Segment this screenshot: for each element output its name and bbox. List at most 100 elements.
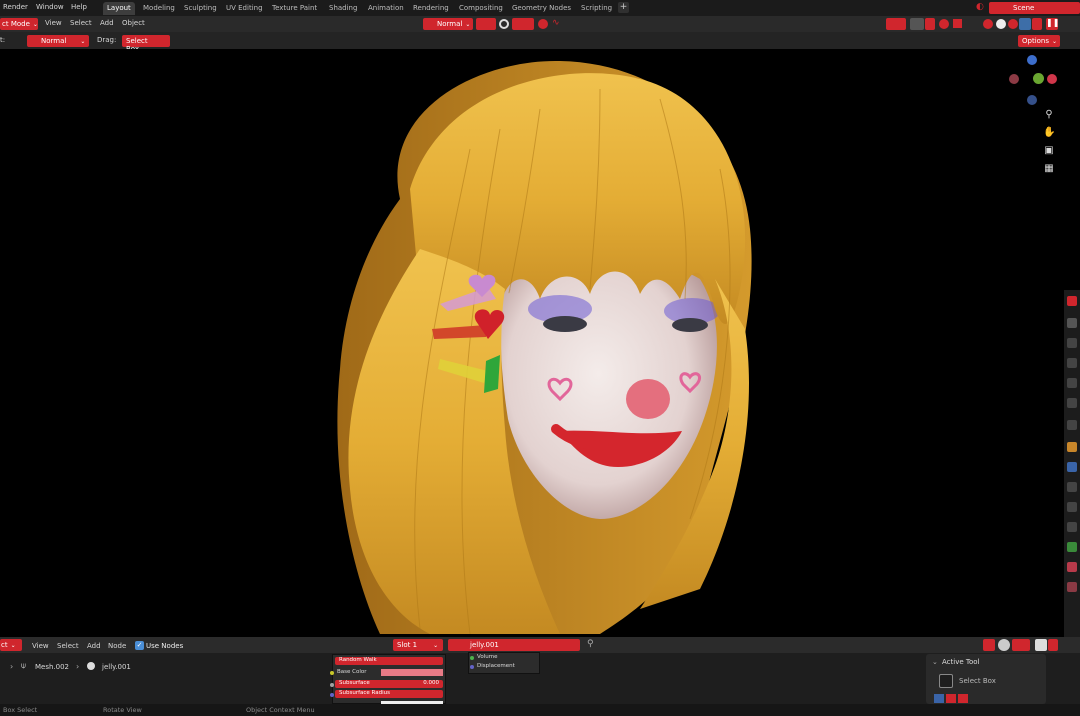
object-tab-icon[interactable] — [1067, 442, 1077, 452]
menu-render[interactable]: Render — [3, 3, 28, 11]
subsurface-field[interactable]: Subsurface 0.000 — [335, 680, 443, 688]
node-menu-add[interactable]: Add — [87, 642, 101, 650]
graph-icon[interactable]: ∿ — [552, 18, 560, 28]
menu-add[interactable]: Add — [100, 19, 114, 27]
add-workspace-button[interactable]: + — [618, 2, 629, 13]
overlay-icon[interactable] — [998, 639, 1010, 651]
menu-select[interactable]: Select — [70, 19, 92, 27]
tool-mode-icon-3[interactable] — [958, 694, 968, 703]
shading-options-dropdown[interactable] — [1032, 18, 1042, 30]
scene-selector[interactable]: Scene — [989, 2, 1080, 14]
tab-animation[interactable]: Animation — [364, 2, 408, 15]
camera-icon[interactable]: ▣ — [1043, 145, 1055, 157]
wireframe-shading-icon[interactable] — [983, 19, 993, 29]
breadcrumb-mesh[interactable]: Mesh.002 — [35, 663, 69, 671]
base-color-socket[interactable] — [330, 671, 334, 675]
tool-tab-icon[interactable] — [1067, 296, 1077, 306]
scene-icon[interactable]: ◐ — [976, 2, 986, 13]
world-tab-icon[interactable] — [1067, 398, 1077, 408]
displacement-socket[interactable] — [470, 665, 474, 669]
snap-icon[interactable] — [499, 19, 509, 29]
3d-viewport[interactable]: ⚲ ✋ ▣ ▦ — [0, 49, 1064, 637]
menu-view[interactable]: View — [45, 19, 62, 27]
material-tab-icon[interactable] — [1067, 562, 1077, 572]
gizmo-y-axis[interactable] — [1033, 73, 1044, 84]
slot-dropdown[interactable]: Slot 1 ⌄ — [393, 639, 443, 651]
material-output-node[interactable]: Volume Displacement — [468, 652, 540, 674]
node-menu-view[interactable]: View — [32, 642, 49, 650]
pivot-point-button[interactable] — [476, 18, 496, 30]
proportional-edit-icon[interactable] — [538, 19, 548, 29]
overlays-icon[interactable] — [910, 18, 924, 30]
viewport-gizmo-toggle[interactable] — [886, 18, 906, 30]
subsurface-radius-socket[interactable] — [330, 693, 334, 697]
material-selector[interactable]: jelly.001 — [448, 639, 580, 651]
gizmo-neg-x-axis[interactable] — [1009, 74, 1019, 84]
physics-tab-icon[interactable] — [1067, 502, 1077, 512]
tool-mode-icon-2[interactable] — [946, 694, 956, 703]
tab-scripting[interactable]: Scripting — [577, 2, 616, 15]
tab-sculpting[interactable]: Sculpting — [180, 2, 221, 15]
breadcrumb-material[interactable]: jelly.001 — [102, 663, 131, 671]
backdrop-icon[interactable] — [1035, 639, 1047, 651]
tab-rendering[interactable]: Rendering — [409, 2, 453, 15]
snap-toggle-icon[interactable] — [983, 639, 995, 651]
tab-shading[interactable]: Shading — [325, 2, 361, 15]
collection-tab-icon[interactable] — [1067, 420, 1077, 430]
select-box-tool-icon[interactable] — [939, 674, 953, 688]
gizmo-x-axis[interactable] — [1047, 74, 1057, 84]
tab-layout[interactable]: Layout — [103, 2, 135, 15]
principled-bsdf-node[interactable]: Random Walk Base Color Subsurface 0.000 S… — [330, 654, 446, 704]
node-overlay-dropdown[interactable] — [1012, 639, 1030, 651]
gizmo-z-axis[interactable] — [1027, 55, 1037, 65]
tool-mode-icon[interactable] — [934, 694, 944, 703]
base-color-swatch[interactable] — [381, 669, 443, 676]
node-menu-node[interactable]: Node — [108, 642, 126, 650]
pin-icon[interactable]: ⚲ — [587, 639, 594, 649]
backdrop-dropdown[interactable] — [1048, 639, 1058, 651]
interaction-mode-dropdown[interactable]: ct Mode ⌄ — [0, 18, 38, 30]
drag-dropdown[interactable]: Select Box⌄ — [122, 35, 170, 53]
use-nodes-checkbox[interactable]: ✓ — [135, 641, 144, 650]
transform-orientation-dropdown[interactable]: Normal ⌄ — [423, 18, 473, 30]
material-shading-icon[interactable] — [1008, 19, 1018, 29]
output-tab-icon[interactable] — [1067, 338, 1077, 348]
gizmo-neg-z-axis[interactable] — [1027, 95, 1037, 105]
orientation-dropdown[interactable]: Normal ⌄ — [27, 35, 89, 47]
subsurface-radius-field[interactable]: Subsurface Radius — [335, 690, 443, 698]
render-tab-icon[interactable] — [1067, 318, 1077, 328]
data-tab-icon[interactable] — [1067, 542, 1077, 552]
menu-help[interactable]: Help — [71, 3, 87, 11]
node-menu-select[interactable]: Select — [57, 642, 79, 650]
xray-toggle-icon[interactable] — [953, 19, 962, 28]
menu-window[interactable]: Window — [36, 3, 64, 11]
particles-tab-icon[interactable] — [1067, 482, 1077, 492]
scene-tab-icon[interactable] — [1067, 378, 1077, 388]
chevron-down-icon: ⌄ — [10, 642, 16, 649]
tab-geometry-nodes[interactable]: Geometry Nodes — [508, 2, 575, 15]
tab-texture-paint[interactable]: Texture Paint — [268, 2, 321, 15]
pause-icon[interactable]: ❚❚ — [1046, 18, 1059, 30]
options-dropdown[interactable]: Options ⌄ — [1018, 35, 1060, 47]
zoom-icon[interactable]: ⚲ — [1043, 109, 1055, 121]
modifier-tab-icon[interactable] — [1067, 462, 1077, 472]
pan-hand-icon[interactable]: ✋ — [1043, 127, 1055, 139]
tab-compositing[interactable]: Compositing — [455, 2, 507, 15]
tab-modeling[interactable]: Modeling — [139, 2, 179, 15]
subsurface-method-dropdown[interactable]: Random Walk — [335, 657, 443, 665]
solid-shading-icon[interactable] — [996, 19, 1006, 29]
subsurface-socket[interactable] — [330, 683, 334, 687]
volume-socket[interactable] — [470, 656, 474, 660]
ortho-grid-icon[interactable]: ▦ — [1043, 163, 1055, 175]
tab-uv-editing[interactable]: UV Editing — [222, 2, 267, 15]
overlays-dropdown[interactable] — [925, 18, 935, 30]
view-layer-tab-icon[interactable] — [1067, 358, 1077, 368]
snap-settings-button[interactable] — [512, 18, 534, 30]
constraints-tab-icon[interactable] — [1067, 522, 1077, 532]
texture-tab-icon[interactable] — [1067, 582, 1077, 592]
rendered-shading-icon[interactable] — [1019, 18, 1031, 30]
editor-type-dropdown[interactable]: ct ⌄ — [0, 639, 22, 651]
drag-label: Drag: — [97, 36, 117, 44]
xray-icon[interactable] — [939, 19, 949, 29]
menu-object[interactable]: Object — [122, 19, 145, 27]
